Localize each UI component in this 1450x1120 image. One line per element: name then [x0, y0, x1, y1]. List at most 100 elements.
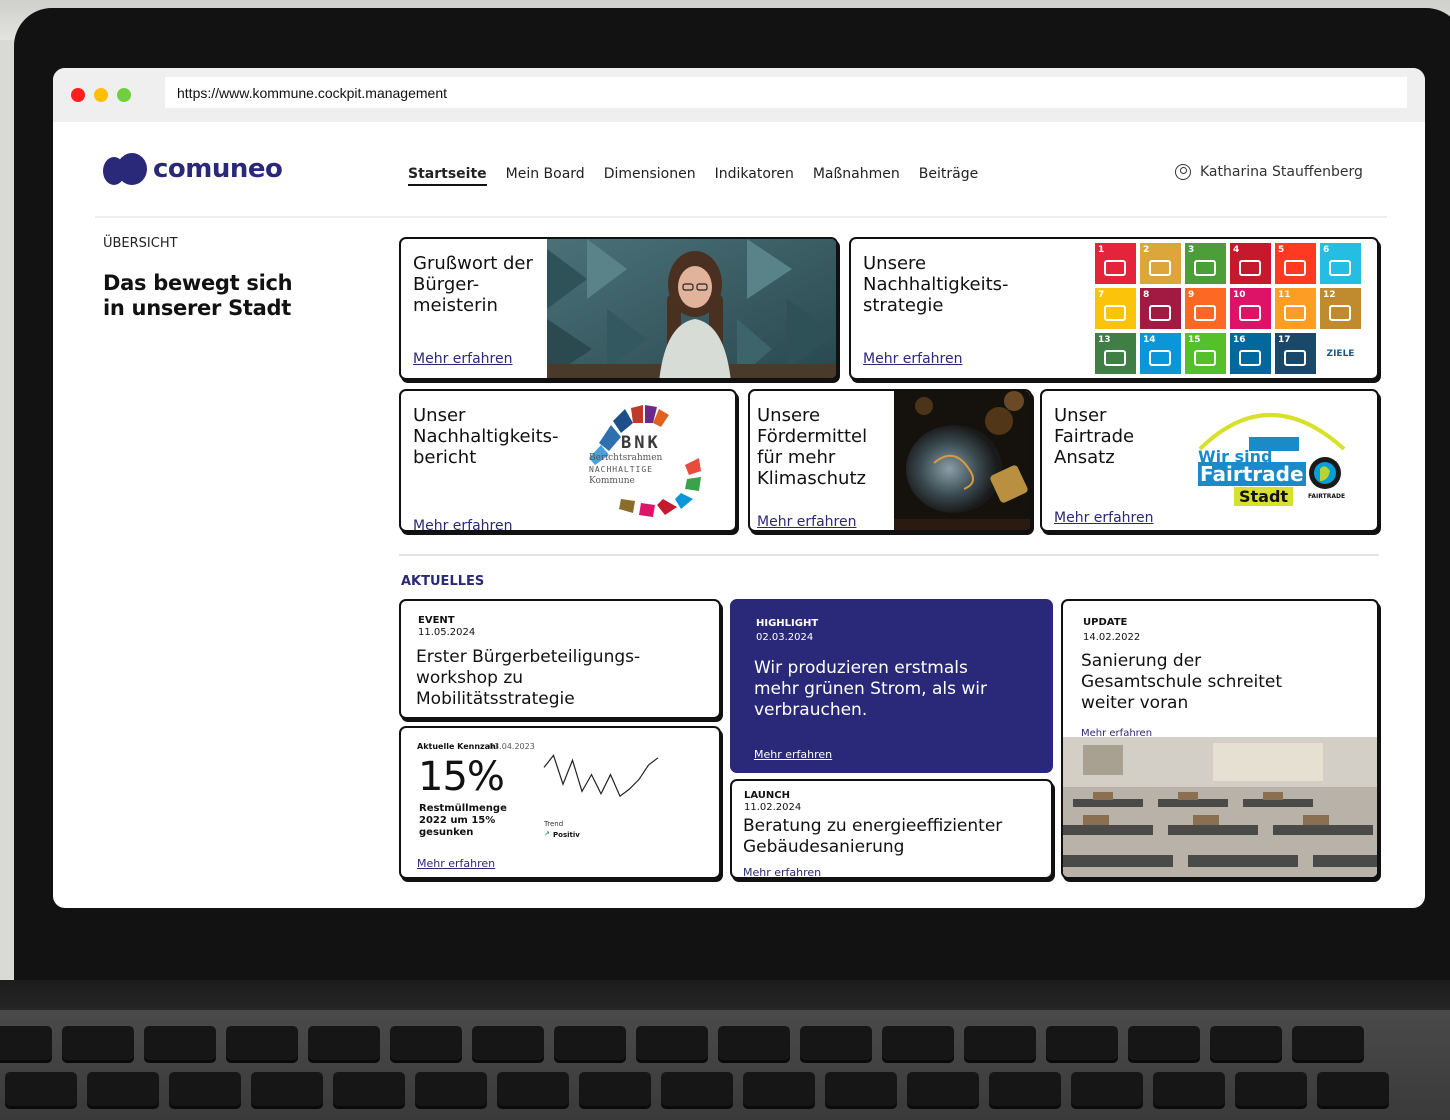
- key: [579, 1072, 651, 1106]
- sdg-goal-icon: [1284, 260, 1306, 276]
- sdg-goal-10: 10: [1230, 288, 1271, 329]
- close-window-button[interactable]: [71, 88, 85, 102]
- sdg-goal-icon: [1284, 305, 1306, 321]
- sdg-goal-number: 14: [1143, 335, 1156, 345]
- kpi-card[interactable]: Aktuelle Kennzahl 03.04.2023 15% Restmül…: [399, 726, 721, 879]
- nav-item-mein-board[interactable]: Mein Board: [506, 166, 585, 186]
- news-date: 14.02.2022: [1083, 632, 1141, 643]
- page-title: Das bewegt sich in unserer Stadt: [103, 271, 293, 320]
- news-card-launch[interactable]: LAUNCH 11.02.2024 Beratung zu energieeff…: [730, 779, 1053, 879]
- key: [718, 1026, 790, 1060]
- sdg-goal-17: 17: [1275, 333, 1316, 374]
- key: [1128, 1026, 1200, 1060]
- sdg-goal-icon: [1194, 305, 1216, 321]
- nav-item-dimensionen[interactable]: Dimensionen: [604, 166, 696, 186]
- classroom-illustration: [1063, 737, 1377, 877]
- tile-title: Unser Fairtrade Ansatz: [1054, 405, 1135, 468]
- sdg-goal-number: 4: [1233, 245, 1240, 255]
- sdg-goal-icon: [1104, 350, 1126, 366]
- key: [661, 1072, 733, 1106]
- sdg-goal-16: 16: [1230, 333, 1271, 374]
- browser-toolbar: https://www.kommune.cockpit.management: [53, 68, 1425, 122]
- tile-foerdermittel[interactable]: Unsere Fördermittel für mehr Klimaschutz…: [748, 389, 1032, 532]
- key: [1235, 1072, 1307, 1106]
- key: [882, 1026, 954, 1060]
- nav-item-massnahmen[interactable]: Maßnahmen: [813, 166, 900, 186]
- sdg-goal-number: 1: [1098, 245, 1105, 255]
- sdg-ziele-label: ZIELE: [1320, 333, 1361, 374]
- more-link[interactable]: Mehr erfahren: [754, 748, 832, 761]
- sdg-goal-number: 16: [1233, 335, 1246, 345]
- minimize-window-button[interactable]: [94, 88, 108, 102]
- tile-grusswort[interactable]: Grußwort der Bürger- meisterin Mehr erfa…: [399, 237, 838, 380]
- more-link[interactable]: Mehr erfahren: [417, 857, 495, 870]
- more-link[interactable]: Mehr erfahren: [413, 518, 512, 530]
- sdg-goal-11: 11: [1275, 288, 1316, 329]
- key: [0, 1026, 52, 1060]
- news-card-highlight[interactable]: HIGHLIGHT 02.03.2024 Wir produzieren ers…: [730, 599, 1053, 773]
- sdg-goal-8: 8: [1140, 288, 1181, 329]
- sdg-goal-number: 9: [1188, 290, 1195, 300]
- more-link[interactable]: Mehr erfahren: [757, 514, 856, 530]
- tile-nachhaltigkeitsstrategie[interactable]: Unsere Nachhaltigkeits- strategie Mehr e…: [849, 237, 1379, 380]
- fairtrade-line2: Fairtrade: [1198, 462, 1306, 486]
- key: [1046, 1026, 1118, 1060]
- tile-title: Unser Nachhaltigkeits- bericht: [413, 405, 559, 468]
- keyboard-row: [0, 1026, 1364, 1060]
- kpi-trend-value: Positiv: [553, 831, 580, 839]
- sdg-goal-12: 12: [1320, 288, 1361, 329]
- sdg-goal-icon: [1329, 305, 1351, 321]
- key: [226, 1026, 298, 1060]
- more-link[interactable]: Mehr erfahren: [863, 351, 962, 367]
- browser-window: https://www.kommune.cockpit.management c…: [53, 68, 1425, 908]
- tile-nachhaltigkeitsbericht[interactable]: Unser Nachhaltigkeits- bericht Mehr erfa…: [399, 389, 737, 532]
- news-card-event[interactable]: EVENT 11.05.2024 Erster Bürgerbeteiligun…: [399, 599, 721, 719]
- mayor-photo: [547, 239, 836, 378]
- key: [415, 1072, 487, 1106]
- sdg-goal-1: 1: [1095, 243, 1136, 284]
- section-divider: [399, 554, 1379, 556]
- overview-overline: ÜBERSICHT: [103, 236, 178, 251]
- more-link[interactable]: Mehr erfahren: [1054, 510, 1153, 526]
- sdg-goal-number: 8: [1143, 290, 1150, 300]
- sdg-goal-7: 7: [1095, 288, 1136, 329]
- key: [333, 1072, 405, 1106]
- sdg-goal-number: 7: [1098, 290, 1105, 300]
- address-bar[interactable]: https://www.kommune.cockpit.management: [165, 77, 1407, 108]
- sdg-goal-number: 3: [1188, 245, 1195, 255]
- sdg-goal-icon: [1104, 260, 1126, 276]
- maximize-window-button[interactable]: [117, 88, 131, 102]
- keyboard-row: [5, 1072, 1389, 1106]
- sdg-goal-number: 6: [1323, 245, 1330, 255]
- news-title: Erster Bürgerbeteiligungs- workshop zu M…: [416, 647, 641, 709]
- news-tag: UPDATE: [1083, 617, 1128, 628]
- sdg-goal-15: 15: [1185, 333, 1226, 374]
- kpi-sparkline: [543, 754, 659, 798]
- tile-title: Unsere Fördermittel für mehr Klimaschutz: [757, 405, 868, 489]
- more-link[interactable]: Mehr erfahren: [743, 866, 821, 877]
- more-link[interactable]: Mehr erfahren: [413, 351, 512, 367]
- sdg-goal-number: 2: [1143, 245, 1150, 255]
- news-tag: HIGHLIGHT: [756, 618, 819, 629]
- sdg-goal-icon: [1239, 305, 1261, 321]
- news-tag: EVENT: [418, 615, 455, 626]
- tile-fairtrade[interactable]: Unser Fairtrade Ansatz Mehr erfahren Wir…: [1040, 389, 1379, 532]
- key: [390, 1026, 462, 1060]
- bnk-title: BNK: [621, 433, 661, 453]
- sdg-goal-icon: [1104, 305, 1126, 321]
- sdg-goal-2: 2: [1140, 243, 1181, 284]
- key: [5, 1072, 77, 1106]
- kpi-label: Aktuelle Kennzahl: [417, 742, 499, 751]
- key: [825, 1072, 897, 1106]
- news-card-update[interactable]: UPDATE 14.02.2022 Sanierung der Gesamtsc…: [1061, 599, 1379, 879]
- news-date: 11.02.2024: [744, 802, 802, 813]
- key: [497, 1072, 569, 1106]
- nav-item-indikatoren[interactable]: Indikatoren: [715, 166, 794, 186]
- lightbulb-photo: [894, 391, 1030, 530]
- user-menu[interactable]: Katharina Stauffenberg: [1175, 164, 1363, 180]
- comuneo-logo[interactable]: comuneo: [103, 153, 283, 185]
- nav-item-beitraege[interactable]: Beiträge: [919, 166, 978, 186]
- sdg-goal-icon: [1149, 350, 1171, 366]
- fairtrade-line3: Stadt: [1234, 487, 1294, 506]
- nav-item-startseite[interactable]: Startseite: [408, 166, 487, 186]
